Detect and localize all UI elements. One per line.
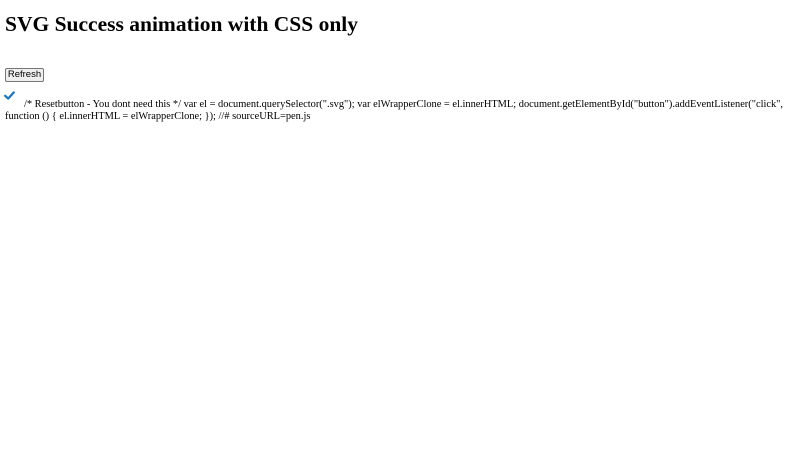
page: SVG Success animation with CSS only Refr… bbox=[0, 0, 800, 450]
page-title: SVG Success animation with CSS only bbox=[5, 12, 359, 36]
refresh-button[interactable]: Refresh bbox=[5, 68, 44, 82]
script-source-text: /* Resetbutton - You dont need this */ v… bbox=[5, 99, 783, 122]
